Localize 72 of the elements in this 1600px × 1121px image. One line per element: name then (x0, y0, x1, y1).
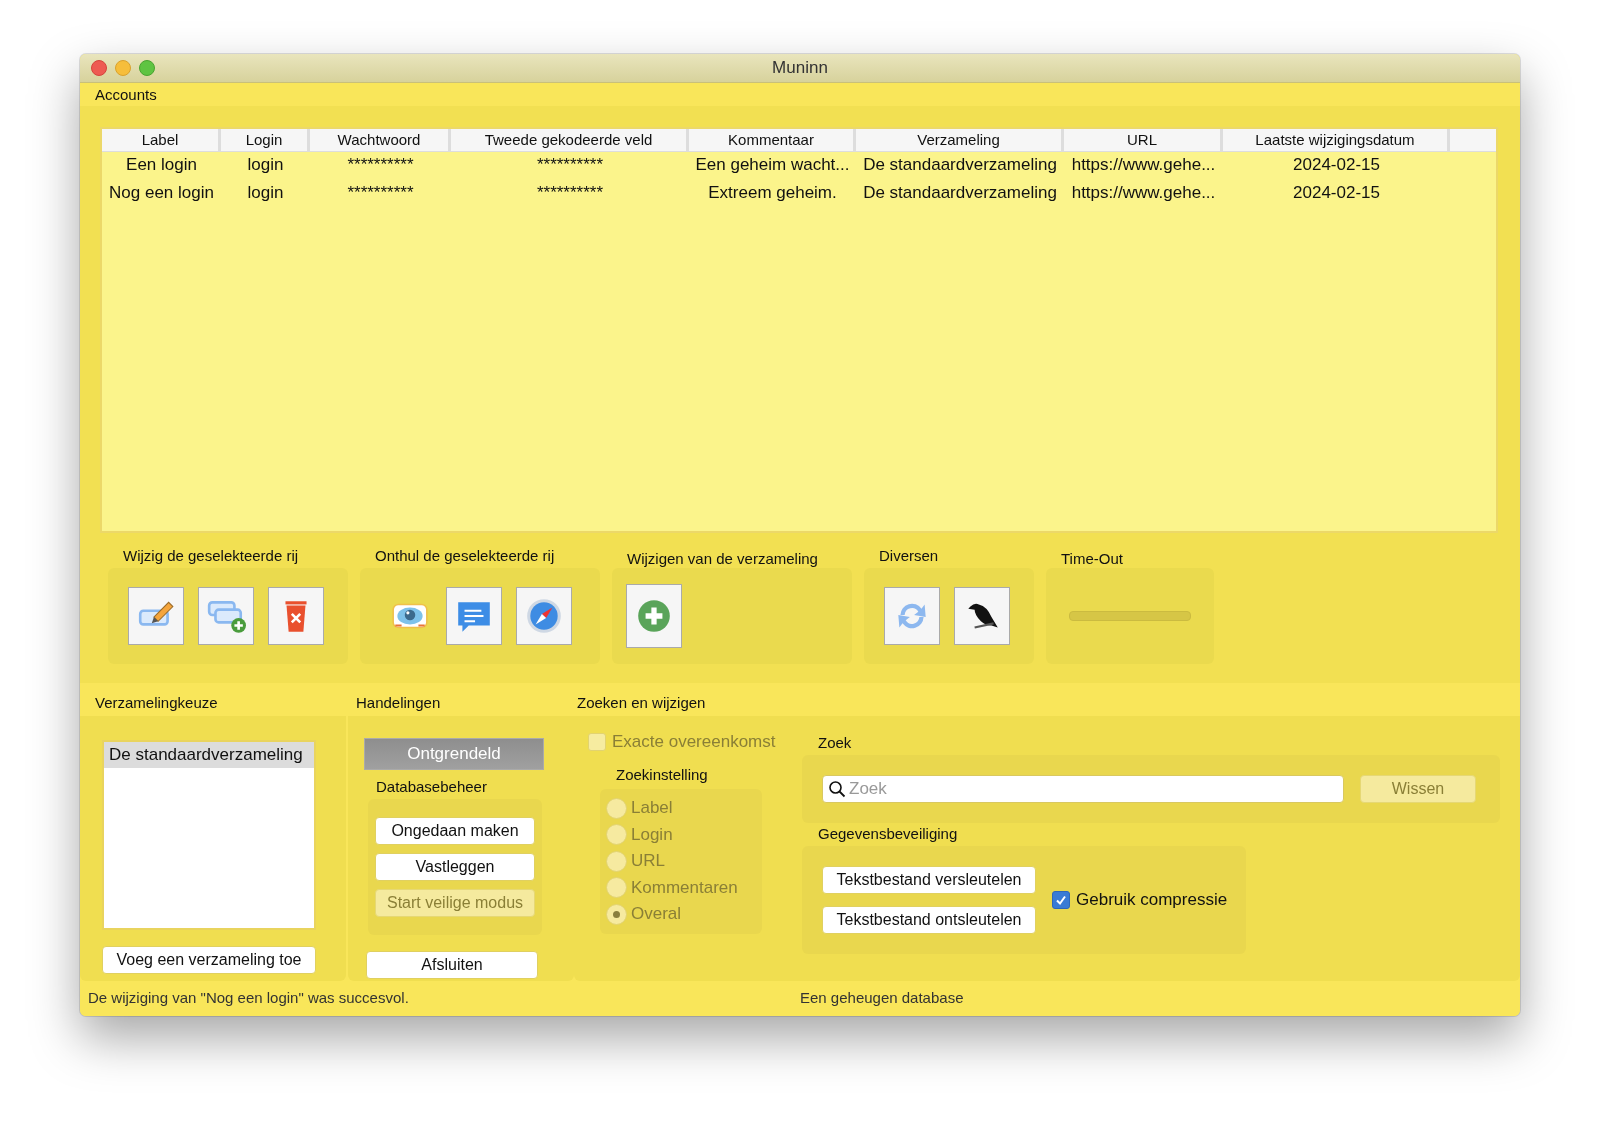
column-header[interactable]: Kommentaar (689, 129, 856, 151)
about-button[interactable] (954, 587, 1010, 645)
column-header[interactable]: Tweede gekodeerde veld (451, 129, 689, 151)
table-cell-text: 2024-02-15 (1292, 154, 1381, 176)
column-header[interactable]: Label (102, 129, 221, 151)
minimize-button[interactable] (115, 60, 131, 76)
search-icon (828, 780, 846, 798)
radio-label: Overal (631, 904, 682, 925)
table-cell-text: De standaardverzameling (862, 182, 1058, 204)
table-cell-text: login (246, 154, 285, 176)
table-cell-text: ********** (535, 182, 605, 204)
group-title: Onthul de geselekteerde rij (374, 547, 556, 566)
database-button[interactable]: Ongedaan maken (375, 817, 535, 845)
table-cell-text: Nog een login (108, 182, 215, 204)
checkbox-label: Exacte overeenkomst (612, 732, 776, 752)
group-title: Databasebeheer (375, 777, 488, 797)
section-title: Verzamelingkeuze (94, 693, 219, 713)
table-cell-text: 2024-02-15 (1292, 182, 1381, 204)
delete-button[interactable] (268, 587, 324, 645)
table-row[interactable]: Een login login ********** ********** Een geheim wacht... De standaardverzameling https://www.gehe... 2024-02-15 (102, 152, 1496, 180)
list-item[interactable]: De standaardverzameling (104, 742, 314, 768)
open-url-button[interactable] (516, 587, 572, 645)
group-title: Zoekinstelling (615, 765, 709, 785)
search-field[interactable]: Zoek (822, 775, 1344, 803)
file-button[interactable]: Tekstbestand versleutelen (822, 866, 1036, 894)
column-header[interactable]: Laatste wijzigingsdatum (1223, 129, 1450, 151)
table-cell-text: Extreem geheim. (707, 182, 838, 204)
group-title: Gegevensbeveiliging (817, 824, 959, 844)
table-cell-text: ********** (346, 182, 415, 204)
table-cell-text: De standaardverzameling (862, 154, 1058, 176)
radio-label: Kommentaren (631, 877, 738, 898)
file-button[interactable]: Tekstbestand ontsleutelen (822, 906, 1036, 934)
checkbox-label: Gebruik compressie (1076, 890, 1228, 910)
column-header[interactable]: URL (1064, 129, 1223, 151)
table-cell-text: login (246, 182, 285, 204)
radio-label: Label (631, 798, 673, 819)
section-title: Zoeken en wijzigen (576, 693, 707, 713)
table-cell-text: ********** (535, 154, 605, 176)
window-title: Muninn (772, 58, 828, 78)
status-message: De wijziging van "Nog een login" was succesvol. (88, 989, 410, 1008)
quit-button[interactable]: Afsluiten (366, 951, 538, 979)
add-collection-button[interactable]: Voeg een verzameling toe (102, 946, 316, 974)
table-cell-text: Een geheim wacht... (694, 154, 851, 176)
group-title: Wijzigen van de verzameling (626, 549, 819, 567)
table-cell-text: https://www.gehe... (1070, 182, 1217, 204)
group-title: Diversen (878, 547, 940, 566)
table-cell-text: https://www.gehe... (1070, 154, 1217, 176)
duplicate-button[interactable] (198, 587, 254, 645)
add-collection-button[interactable] (626, 584, 682, 648)
status-database: Een geheugen database (800, 989, 964, 1008)
refresh-button[interactable] (884, 587, 940, 645)
section-title: Accounts (94, 85, 158, 105)
column-header[interactable]: Login (221, 129, 310, 151)
checkbox[interactable] (1052, 891, 1070, 909)
column-header[interactable]: Verzameling (856, 129, 1064, 151)
database-button[interactable]: Vastleggen (375, 853, 535, 881)
group-title: Wijzig de geselekteerde rij (122, 547, 300, 566)
table-cell-text: Een login (125, 154, 198, 176)
radio-label: URL (631, 851, 665, 872)
section-title: Handelingen (355, 693, 442, 713)
table-cell-text: ********** (346, 154, 415, 176)
zoom-button[interactable] (139, 60, 155, 76)
radio-label: Login (631, 824, 673, 845)
comment-button[interactable] (446, 587, 502, 645)
close-button[interactable] (91, 60, 107, 76)
compass-icon (524, 596, 564, 636)
edit-button[interactable] (128, 587, 184, 645)
checkmark-icon (1055, 894, 1067, 906)
table-row[interactable]: Nog een login login ********** ********** Extreem geheim. De standaardverzameling https://www.gehe... 2024-02-15 (102, 180, 1496, 208)
group-title: Time-Out (1060, 549, 1124, 567)
group-title: Zoek (817, 733, 853, 753)
column-header[interactable]: Wachtwoord (310, 129, 451, 151)
